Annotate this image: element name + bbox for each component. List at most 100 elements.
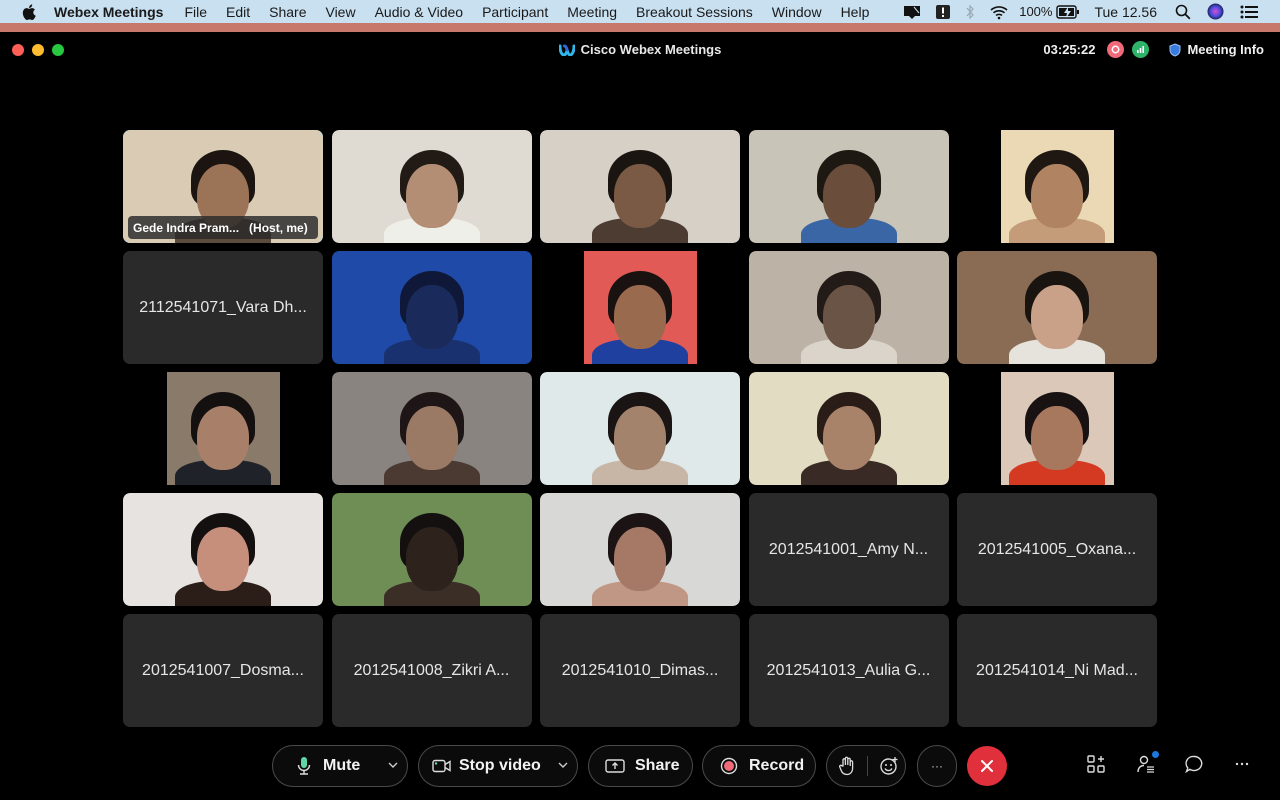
participant-video	[166, 372, 280, 485]
participant-name: 2012541007_Dosma...	[142, 661, 304, 679]
share-label: Share	[635, 757, 680, 774]
chat-icon[interactable]	[1185, 755, 1203, 773]
video-options-chevron-icon[interactable]	[557, 759, 569, 771]
meeting-control-bar: Mute Stop video Share Record ···	[0, 745, 1280, 787]
shield-icon	[1169, 42, 1181, 57]
video-person-face	[614, 285, 666, 349]
participant-name: 2012541008_Zikri A...	[353, 661, 510, 679]
participant-tile[interactable]: 2012541007_Dosma...	[123, 614, 323, 727]
menu-breakout-sessions[interactable]: Breakout Sessions	[636, 4, 753, 20]
participant-tile[interactable]	[331, 372, 532, 485]
participant-tile[interactable]: 2012541005_Oxana...	[957, 493, 1157, 606]
share-button[interactable]: Share	[588, 745, 693, 787]
participant-tile[interactable]: 2012541001_Amy N...	[748, 493, 949, 606]
video-person-face	[197, 527, 249, 591]
apps-icon[interactable]	[1087, 755, 1105, 773]
menu-view[interactable]: View	[325, 4, 355, 20]
record-icon	[720, 757, 738, 775]
more-options-label: ···	[931, 759, 943, 773]
reactions-group	[826, 745, 906, 787]
network-health-icon[interactable]	[1132, 41, 1150, 58]
participant-tile[interactable]: 2012541013_Aulia G...	[748, 614, 949, 727]
participant-video	[540, 130, 740, 243]
menu-share[interactable]: Share	[269, 4, 306, 20]
stop-video-button[interactable]: Stop video	[418, 745, 578, 787]
more-options-button[interactable]: ···	[917, 745, 957, 787]
mute-button[interactable]: Mute	[272, 745, 408, 787]
participant-tile[interactable]	[331, 493, 532, 606]
participant-tile[interactable]	[540, 130, 740, 243]
participant-tile[interactable]	[331, 251, 532, 364]
menu-meeting[interactable]: Meeting	[567, 4, 617, 20]
video-person-face	[614, 406, 666, 470]
participant-tile[interactable]: Gede Indra Pram... (Host, me)	[123, 130, 323, 243]
participant-video	[331, 493, 532, 606]
video-person-face	[614, 164, 666, 228]
participant-tile[interactable]	[331, 130, 532, 243]
battery-charging-icon[interactable]	[1056, 4, 1080, 19]
menu-audio-video[interactable]: Audio & Video	[375, 4, 463, 20]
participant-tile[interactable]: 2012541010_Dimas...	[540, 614, 740, 727]
participant-name: 2012541014_Ni Mad...	[976, 661, 1138, 679]
siri-icon[interactable]	[1207, 3, 1224, 20]
participants-icon[interactable]	[1137, 751, 1159, 773]
raise-hand-icon[interactable]	[838, 756, 856, 776]
participant-role: (Host, me)	[249, 220, 308, 235]
participant-video	[583, 251, 697, 364]
control-center-icon[interactable]	[1240, 5, 1258, 19]
record-label: Record	[749, 757, 805, 774]
participant-name: 2012541001_Amy N...	[768, 540, 929, 558]
stop-video-label: Stop video	[459, 757, 541, 774]
mute-options-chevron-icon[interactable]	[387, 759, 399, 771]
participant-tile[interactable]	[957, 372, 1157, 485]
participant-tile[interactable]: 2012541014_Ni Mad...	[957, 614, 1157, 727]
menu-window[interactable]: Window	[772, 4, 822, 20]
participant-tile[interactable]: 2012541008_Zikri A...	[331, 614, 532, 727]
bluetooth-icon[interactable]	[964, 4, 976, 20]
participant-tile[interactable]: 2112541071_Vara Dh...	[123, 251, 323, 364]
participant-name-label: Gede Indra Pram... (Host, me)	[128, 216, 318, 239]
webex-meeting-window: Cisco Webex Meetings 03:25:22 Meeting In…	[0, 32, 1280, 800]
participant-video	[331, 372, 532, 485]
video-person-face	[614, 527, 666, 591]
participant-tile[interactable]	[957, 130, 1157, 243]
menu-edit[interactable]: Edit	[226, 4, 250, 20]
participant-tile[interactable]	[540, 493, 740, 606]
video-person-face	[1031, 285, 1083, 349]
screen-share-icon[interactable]	[902, 4, 922, 20]
participant-tile[interactable]	[957, 251, 1157, 364]
spotlight-search-icon[interactable]	[1175, 4, 1191, 20]
video-person-face	[822, 164, 875, 228]
menubar-clock[interactable]: Tue 12.56	[1094, 4, 1157, 20]
end-meeting-button[interactable]	[967, 746, 1007, 786]
menu-participant[interactable]: Participant	[482, 4, 548, 20]
meeting-info-button[interactable]: Meeting Info	[1169, 42, 1264, 57]
recording-indicator-icon[interactable]	[1107, 41, 1125, 58]
alert-icon[interactable]	[935, 4, 951, 20]
window-titlebar: Cisco Webex Meetings 03:25:22 Meeting In…	[0, 32, 1280, 68]
video-person-face	[405, 527, 458, 591]
participant-tile[interactable]	[748, 251, 949, 364]
apple-logo-icon[interactable]	[20, 3, 38, 20]
wifi-icon[interactable]	[989, 4, 1009, 20]
participant-tile[interactable]	[123, 493, 323, 606]
video-person-face	[405, 164, 458, 228]
menu-help[interactable]: Help	[841, 4, 870, 20]
menu-file[interactable]: File	[184, 4, 207, 20]
video-person-face	[822, 285, 875, 349]
video-person-face	[197, 406, 249, 470]
participant-tile[interactable]	[540, 372, 740, 485]
mute-label: Mute	[323, 757, 361, 774]
record-button[interactable]: Record	[702, 745, 816, 787]
participant-tile[interactable]	[748, 130, 949, 243]
menu-app-name[interactable]: Webex Meetings	[54, 4, 163, 20]
meeting-timer: 03:25:22	[1043, 42, 1096, 57]
video-person-face	[405, 406, 458, 470]
participant-tile[interactable]	[748, 372, 949, 485]
participant-tile[interactable]	[540, 251, 740, 364]
participant-tile[interactable]	[123, 372, 323, 485]
more-icon[interactable]	[1235, 762, 1249, 766]
reactions-icon[interactable]	[879, 756, 899, 776]
participant-video	[540, 493, 740, 606]
participant-name: 2012541010_Dimas...	[561, 661, 719, 679]
